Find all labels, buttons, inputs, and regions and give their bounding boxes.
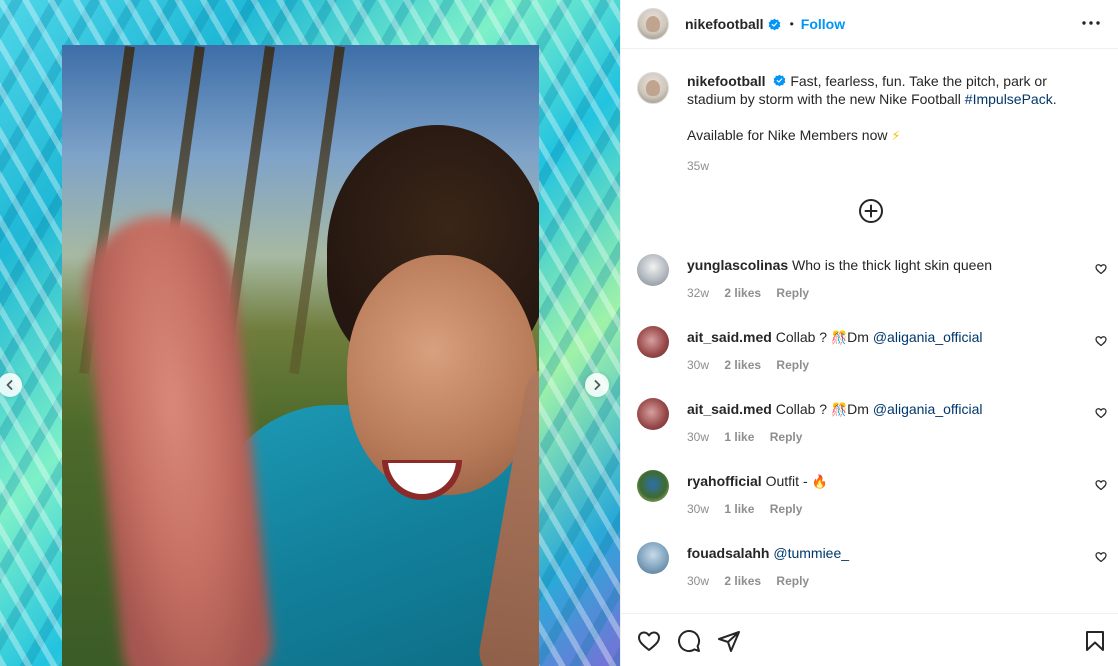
caption-username[interactable]: nikefootball: [687, 73, 766, 89]
photo-hand: [77, 208, 277, 666]
comment-body: Who is the thick light skin queen: [792, 257, 993, 273]
post-action-bar: [621, 613, 1118, 666]
fire-icon: 🔥: [811, 474, 828, 489]
verified-badge-icon: [768, 18, 780, 30]
comment-item: ait_said.med Collab ? 🎊Dm @aliganiа_offi…: [637, 326, 1107, 398]
comment-reply-button[interactable]: Reply: [776, 574, 809, 588]
comment-likes[interactable]: 1 like: [724, 430, 754, 444]
comment-reply-button[interactable]: Reply: [770, 430, 803, 444]
commenter-avatar[interactable]: [637, 326, 669, 358]
more-options-icon: [1082, 21, 1100, 25]
comment-reply-button[interactable]: Reply: [776, 286, 809, 300]
comment-body-2: Dm: [847, 329, 873, 345]
comment-body-2: Dm: [847, 401, 873, 417]
post-photo: [62, 45, 539, 666]
heart-icon[interactable]: [1095, 407, 1107, 419]
post-media[interactable]: [0, 0, 620, 666]
heart-icon[interactable]: [1095, 263, 1107, 275]
photo-face: [347, 255, 537, 495]
next-image-button[interactable]: [585, 373, 609, 397]
caption-line2-text: Available for Nike Members now: [687, 127, 888, 143]
comment-text: ryahofficial Outfit - 🔥: [687, 472, 1047, 491]
comment-mention[interactable]: @aliganiа_official: [873, 329, 983, 345]
comment-item: fouadsalahh @tummiee_ 30w 2 likes Reply: [637, 542, 1107, 614]
commenter-username[interactable]: ait_said.med: [687, 329, 772, 345]
comment-time: 30w: [687, 358, 710, 372]
commenter-username[interactable]: fouadsalahh: [687, 545, 769, 561]
heart-icon[interactable]: [1095, 335, 1107, 347]
post-sidebar: nikefootball • Follow nikefootball Fast,…: [620, 0, 1118, 666]
caption-body: nikefootball Fast, fearless, fun. Take t…: [687, 72, 1097, 175]
verified-badge-icon: [774, 74, 786, 87]
post-header: nikefootball • Follow: [621, 0, 1118, 49]
comment-time: 30w: [687, 502, 710, 516]
commenter-username[interactable]: ait_said.med: [687, 401, 772, 417]
heart-icon[interactable]: [1095, 551, 1107, 563]
share-icon[interactable]: [717, 629, 741, 653]
bookmark-icon[interactable]: [1083, 629, 1107, 653]
comment-likes[interactable]: 2 likes: [724, 286, 761, 300]
comment-time: 32w: [687, 286, 710, 300]
commenter-username[interactable]: yunglascolinas: [687, 257, 788, 273]
comment-likes[interactable]: 1 like: [724, 502, 754, 516]
follow-button[interactable]: Follow: [801, 16, 845, 32]
comment-text: yunglascolinas Who is the thick light sk…: [687, 256, 1047, 274]
confetti-icon: 🎊: [830, 402, 848, 417]
previous-image-button[interactable]: [0, 373, 22, 397]
comment-mention[interactable]: @tummiee_: [773, 545, 849, 561]
comment-time: 30w: [687, 430, 710, 444]
separator-dot: •: [789, 17, 794, 31]
instagram-post: nikefootball • Follow nikefootball Fast,…: [0, 0, 1118, 666]
caption-text-end: .: [1052, 91, 1057, 107]
comment-item: ryahofficial Outfit - 🔥 30w 1 like Reply: [637, 470, 1107, 542]
comment-item: yunglascolinas Who is the thick light sk…: [637, 254, 1107, 326]
author-avatar[interactable]: [637, 8, 669, 40]
comment-text: fouadsalahh @tummiee_: [687, 544, 1047, 562]
post-caption: nikefootball Fast, fearless, fun. Take t…: [637, 72, 1097, 175]
comment-meta: 32w 2 likes Reply: [687, 286, 821, 300]
commenter-avatar[interactable]: [637, 398, 669, 430]
caption-avatar[interactable]: [637, 72, 669, 104]
comment-time: 30w: [687, 574, 710, 588]
comment-item: ait_said.med Collab ? 🎊Dm @aliganiа_offi…: [637, 398, 1107, 470]
comment-meta: 30w 2 likes Reply: [687, 574, 821, 588]
commenter-username[interactable]: ryahofficial: [687, 473, 762, 489]
caption-line2: Available for Nike Members now ⚡: [687, 126, 1097, 145]
heart-icon[interactable]: [637, 629, 661, 653]
comment-reply-button[interactable]: Reply: [776, 358, 809, 372]
comment-body: Outfit -: [765, 473, 812, 489]
comment-meta: 30w 1 like Reply: [687, 430, 814, 444]
chevron-left-icon: [6, 380, 13, 390]
heart-icon[interactable]: [1095, 479, 1107, 491]
commenter-avatar[interactable]: [637, 254, 669, 286]
caption-hashtag[interactable]: #ImpulsePack: [965, 91, 1053, 107]
comment-body: Collab ?: [775, 401, 831, 417]
comment-list: yunglascolinas Who is the thick light sk…: [637, 254, 1107, 614]
comment-meta: 30w 1 like Reply: [687, 502, 814, 516]
comment-icon[interactable]: [677, 629, 701, 653]
comment-text: ait_said.med Collab ? 🎊Dm @aliganiа_offi…: [687, 400, 1047, 419]
commenter-avatar[interactable]: [637, 542, 669, 574]
comment-meta: 30w 2 likes Reply: [687, 358, 821, 372]
comment-reply-button[interactable]: Reply: [770, 502, 803, 516]
add-circle-icon: [859, 199, 883, 223]
more-options-button[interactable]: [1080, 12, 1102, 34]
comment-likes[interactable]: 2 likes: [724, 358, 761, 372]
lightning-icon: ⚡: [891, 128, 901, 143]
comment-body: Collab ?: [775, 329, 831, 345]
comment-likes[interactable]: 2 likes: [724, 574, 761, 588]
load-more-comments-button[interactable]: [858, 198, 884, 224]
author-username[interactable]: nikefootball: [685, 16, 764, 32]
comment-text: ait_said.med Collab ? 🎊Dm @aliganiа_offi…: [687, 328, 1047, 347]
comment-mention[interactable]: @aliganiа_official: [873, 401, 983, 417]
confetti-icon: 🎊: [830, 330, 848, 345]
commenter-avatar[interactable]: [637, 470, 669, 502]
chevron-right-icon: [594, 380, 601, 390]
caption-timestamp: 35w: [687, 159, 710, 173]
